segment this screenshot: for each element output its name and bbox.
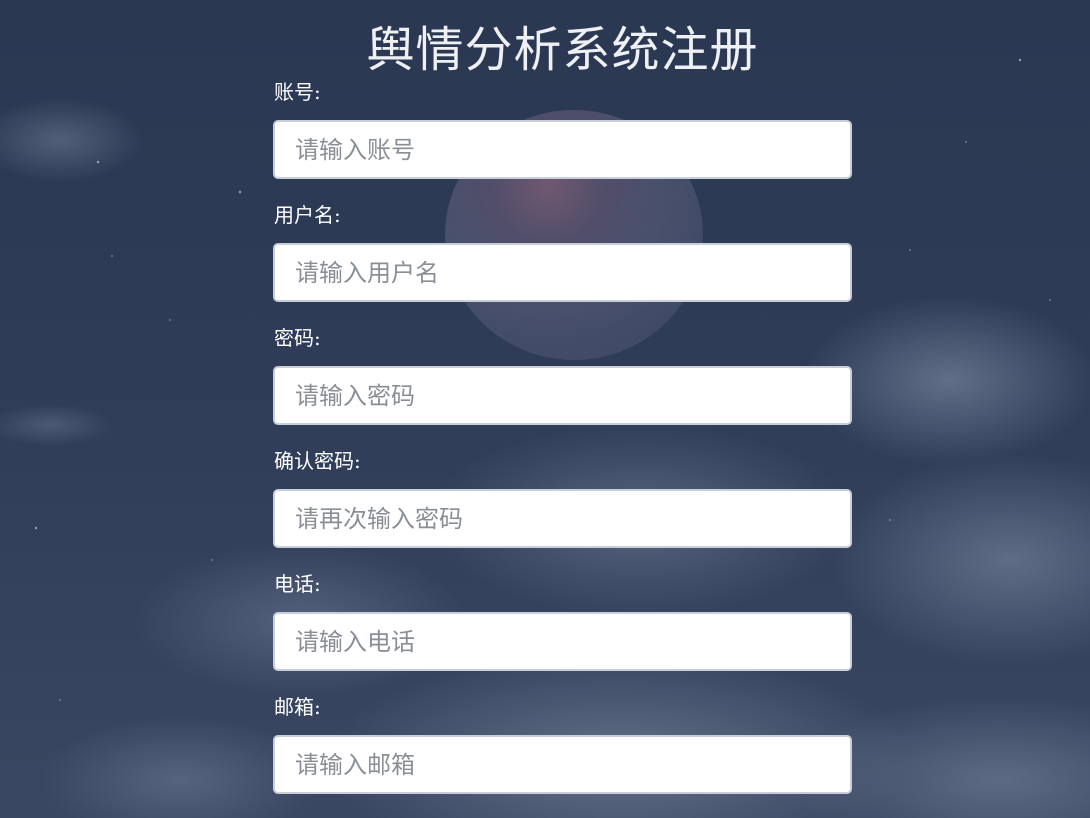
- phone-input[interactable]: [273, 612, 852, 671]
- username-input[interactable]: [273, 243, 852, 302]
- phone-label: 电话:: [274, 572, 321, 596]
- username-label: 用户名:: [274, 203, 341, 227]
- confirm-password-input[interactable]: [273, 489, 852, 548]
- password-input[interactable]: [273, 366, 852, 425]
- email-label: 邮箱:: [274, 695, 321, 719]
- page-title: 舆情分析系统注册: [366, 22, 759, 78]
- password-label: 密码:: [274, 326, 321, 350]
- account-label: 账号:: [274, 80, 321, 104]
- confirm-password-label: 确认密码:: [274, 449, 361, 473]
- account-input[interactable]: [273, 120, 852, 179]
- email-input[interactable]: [273, 735, 852, 794]
